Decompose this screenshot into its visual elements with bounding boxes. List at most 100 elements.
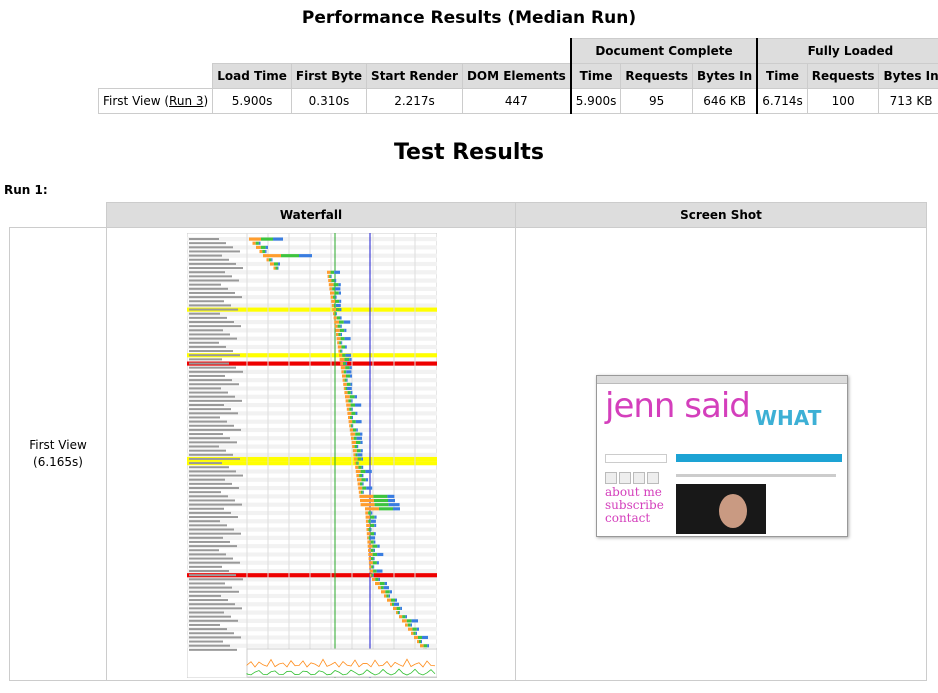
cell-dom-elements: 447	[461, 88, 572, 114]
results-table: Waterfall Screen Shot First View (6.165s…	[9, 202, 927, 681]
waterfall-bar-wait	[259, 249, 263, 254]
waterfall-bar-download	[277, 266, 279, 270]
waterfall-bar-wait	[365, 507, 379, 511]
waterfall-url-label	[189, 250, 240, 253]
waterfall-url-label	[189, 304, 231, 307]
waterfall-bar-ttfb	[333, 303, 336, 308]
waterfall-url-label	[189, 275, 232, 278]
waterfall-bar-ttfb	[346, 374, 350, 378]
view-label: First View	[29, 438, 87, 452]
site-links: about me subscribe contact	[605, 486, 664, 525]
waterfall-bar-ttfb	[372, 544, 378, 548]
waterfall-bar-ttfb	[261, 237, 273, 241]
waterfall-bar-ttfb	[345, 386, 347, 391]
waterfall-bar-wait	[360, 503, 375, 507]
waterfall-bar-download	[344, 337, 351, 341]
waterfall-bar-download	[416, 627, 419, 631]
waterfall-url-label	[189, 565, 222, 568]
waterfall-bar-download	[421, 640, 422, 644]
waterfall-bar-wait	[405, 623, 408, 627]
waterfall-bar-download	[387, 494, 395, 498]
waterfall-url-label	[189, 540, 230, 543]
waterfall-bar-download	[370, 511, 373, 515]
waterfall-url-label	[189, 408, 231, 411]
waterfall-bar-ttfb	[412, 627, 417, 631]
waterfall-bar-wait	[340, 362, 343, 366]
waterfall-bar-ttfb	[336, 316, 340, 320]
waterfall-url-label	[189, 594, 221, 597]
waterfall-url-label	[189, 578, 243, 581]
waterfall-url-label	[189, 428, 241, 431]
waterfall-bar-ttfb	[370, 515, 375, 519]
waterfall-bar-wait	[375, 581, 380, 586]
waterfall-bar-download	[357, 453, 363, 457]
waterfall-bar-download	[388, 498, 395, 503]
waterfall-url-label	[189, 503, 242, 506]
waterfall-bar-ttfb	[356, 440, 361, 444]
waterfall-bar-wait	[263, 254, 281, 258]
waterfall-bar-wait	[273, 266, 276, 270]
screenshot-cell: jenn said WHAT about me subscribe contac…	[515, 227, 927, 681]
waterfall-bar-wait	[352, 445, 355, 449]
waterfall-row-bg	[187, 535, 437, 540]
waterfall-chart[interactable]	[187, 233, 437, 678]
waterfall-bar-ttfb	[335, 299, 340, 303]
waterfall-bar-ttfb	[360, 482, 363, 486]
waterfall-bar-download	[374, 515, 377, 519]
waterfall-bar-wait	[342, 374, 346, 378]
waterfall-bar-wait	[354, 457, 358, 461]
cell-dc-bytes: 646 KB	[692, 88, 758, 114]
waterfall-bar-download	[349, 366, 352, 370]
waterfall-url-label	[189, 437, 230, 440]
screenshot-header: Screen Shot	[515, 202, 927, 228]
cell-load-time: 5.900s	[212, 88, 292, 114]
waterfall-bar-wait	[352, 449, 357, 453]
waterfall-url-label	[189, 474, 243, 477]
waterfall-url-label	[189, 545, 237, 548]
waterfall-url-label	[189, 395, 235, 398]
waterfall-bar-wait	[256, 245, 261, 249]
waterfall-url-label	[189, 511, 231, 514]
waterfall-bar-wait	[349, 424, 351, 428]
waterfall-bar-ttfb	[368, 536, 371, 540]
waterfall-url-label	[189, 279, 239, 282]
waterfall-url-label	[189, 640, 223, 643]
search-box	[605, 454, 667, 463]
waterfall-bar-ttfb	[356, 461, 358, 465]
table-row: First View (Run 3) 5.900s 0.310s 2.217s …	[97, 88, 938, 114]
waterfall-bar-download	[405, 615, 407, 619]
waterfall-bar-ttfb	[331, 279, 335, 283]
waterfall-url-label	[189, 383, 239, 386]
waterfall-url-label	[189, 532, 241, 535]
waterfall-bar-wait	[368, 548, 371, 552]
waterfall-url-label	[189, 516, 238, 519]
waterfall-bar-download	[388, 503, 400, 507]
waterfall-bar-wait	[366, 528, 369, 532]
waterfall-bar-ttfb	[353, 428, 357, 432]
waterfall-url-label	[189, 553, 226, 556]
waterfall-bar-ttfb	[337, 324, 341, 328]
waterfall-bar-download	[334, 270, 340, 274]
waterfall-bar-wait	[345, 395, 350, 399]
waterfall-url-label	[189, 487, 239, 489]
waterfall-bar-ttfb	[360, 469, 366, 474]
waterfall-bar-download	[393, 507, 400, 511]
waterfall-bar-wait	[328, 283, 334, 287]
waterfall-bar-download	[373, 565, 375, 569]
waterfall-bar-download	[388, 594, 390, 598]
waterfall-bar-download	[355, 420, 362, 424]
waterfall-bar-download	[335, 295, 337, 299]
waterfall-url-label	[189, 325, 241, 328]
screenshot-thumbnail[interactable]: jenn said WHAT about me subscribe contac…	[596, 375, 848, 537]
waterfall-url-label	[189, 291, 235, 294]
waterfall-bar-download	[265, 249, 267, 254]
waterfall-bar-download	[370, 528, 372, 532]
waterfall-bar-download	[361, 457, 363, 461]
run-3-link[interactable]: Run 3	[169, 94, 203, 108]
waterfall-cell	[106, 227, 516, 681]
waterfall-url-label	[189, 603, 235, 606]
waterfall-bar-ttfb	[340, 337, 345, 341]
waterfall-bar-wait	[337, 345, 342, 349]
waterfall-url-label	[189, 507, 224, 510]
waterfall-bar-wait	[408, 627, 413, 631]
